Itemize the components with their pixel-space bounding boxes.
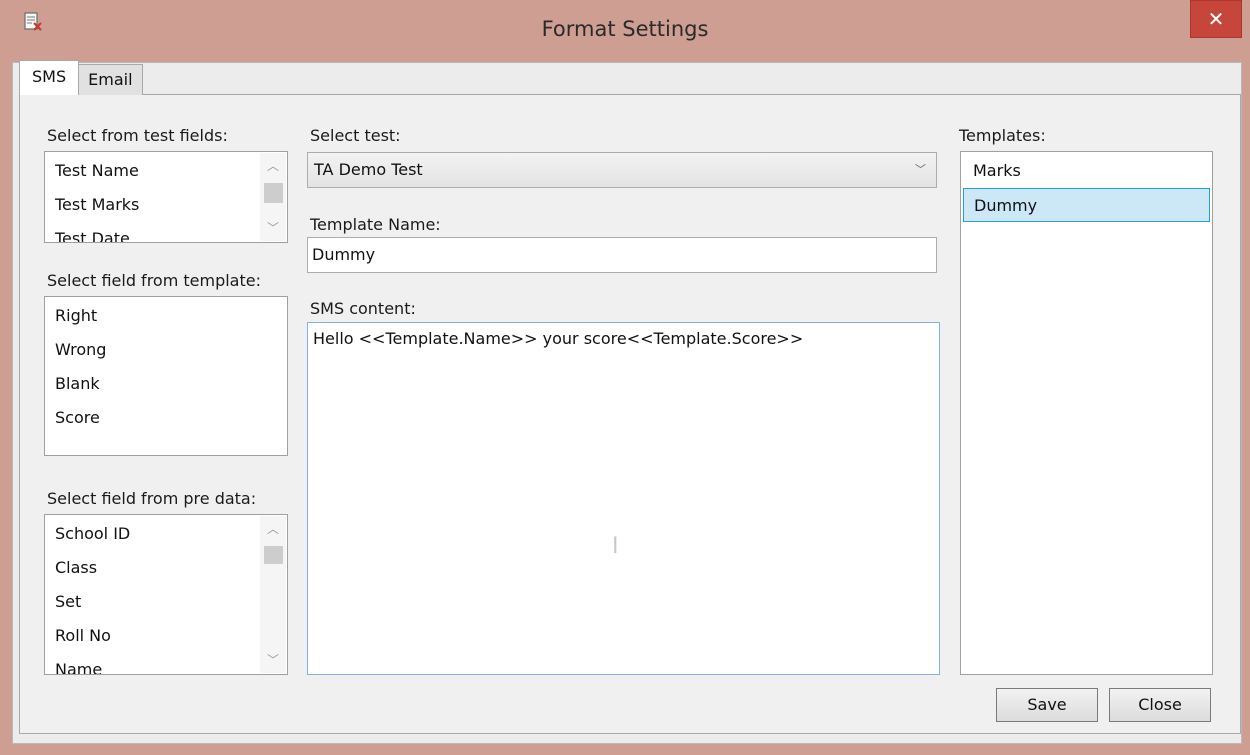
sms-content-textarea[interactable]: Hello <<Template.Name>> your score<<Temp… <box>307 322 940 675</box>
list-item[interactable]: Wrong <box>45 333 287 367</box>
scrollbar-thumb[interactable] <box>264 183 283 203</box>
sms-content-label: SMS content: <box>310 299 416 318</box>
chevron-down-icon[interactable]: ﹀ <box>260 215 286 241</box>
vertical-scrollbar[interactable]: ︿ ﹀ <box>260 516 286 673</box>
save-button[interactable]: Save <box>996 688 1098 722</box>
select-test-label: Select test: <box>310 126 401 145</box>
chevron-up-icon[interactable]: ︿ <box>260 516 286 542</box>
list-item[interactable]: Right <box>45 299 287 333</box>
close-window-button[interactable]: ✕ <box>1190 0 1242 38</box>
tab-email[interactable]: Email <box>78 64 143 95</box>
templates-listbox[interactable]: Marks Dummy <box>960 151 1213 675</box>
pre-data-fields-listbox[interactable]: School ID Class Set Roll No Name ︿ ﹀ <box>44 514 288 675</box>
test-fields-listbox[interactable]: Test Name Test Marks Test Date ︿ ﹀ <box>44 151 288 243</box>
test-fields-label: Select from test fields: <box>47 126 228 145</box>
scrollbar-thumb[interactable] <box>264 546 283 564</box>
sms-content-text: Hello <<Template.Name>> your score<<Temp… <box>313 329 804 348</box>
list-item[interactable]: School ID <box>45 517 287 551</box>
template-name-label: Template Name: <box>310 215 441 234</box>
tab-sms[interactable]: SMS <box>19 60 80 95</box>
template-name-input[interactable]: Dummy <box>307 237 937 273</box>
format-settings-window: Format Settings ✕ SMS Email Select from … <box>0 0 1250 755</box>
list-item[interactable]: Set <box>45 585 287 619</box>
tab-strip: SMS Email <box>19 60 143 95</box>
template-item-marks[interactable]: Marks <box>963 154 1210 188</box>
list-item[interactable]: Test Marks <box>45 188 287 222</box>
template-item-dummy[interactable]: Dummy <box>963 188 1210 222</box>
select-test-combobox[interactable]: TA Demo Test ﹀ <box>307 152 937 188</box>
chevron-up-icon[interactable]: ︿ <box>260 153 286 179</box>
close-icon[interactable]: ✕ <box>1208 7 1225 31</box>
list-item[interactable]: Score <box>45 401 287 435</box>
template-fields-listbox[interactable]: Right Wrong Blank Score <box>44 296 288 456</box>
chevron-down-icon: ﹀ <box>915 163 926 176</box>
pre-data-fields-label: Select field from pre data: <box>47 489 257 508</box>
list-item[interactable]: Class <box>45 551 287 585</box>
list-item[interactable]: Roll No <box>45 619 287 653</box>
list-item[interactable]: Test Date <box>45 222 287 242</box>
window-title: Format Settings <box>541 17 709 41</box>
select-test-value: TA Demo Test <box>314 160 423 179</box>
text-cursor-icon: I <box>612 534 619 559</box>
title-bar[interactable]: Format Settings ✕ <box>0 0 1250 62</box>
list-item[interactable]: Blank <box>45 367 287 401</box>
chevron-down-icon[interactable]: ﹀ <box>260 647 286 673</box>
list-item[interactable]: Test Name <box>45 154 287 188</box>
template-fields-label: Select field from template: <box>47 271 261 290</box>
list-item[interactable]: Name <box>45 653 287 674</box>
close-button[interactable]: Close <box>1109 688 1211 722</box>
templates-label: Templates: <box>959 126 1046 145</box>
vertical-scrollbar[interactable]: ︿ ﹀ <box>260 153 286 241</box>
